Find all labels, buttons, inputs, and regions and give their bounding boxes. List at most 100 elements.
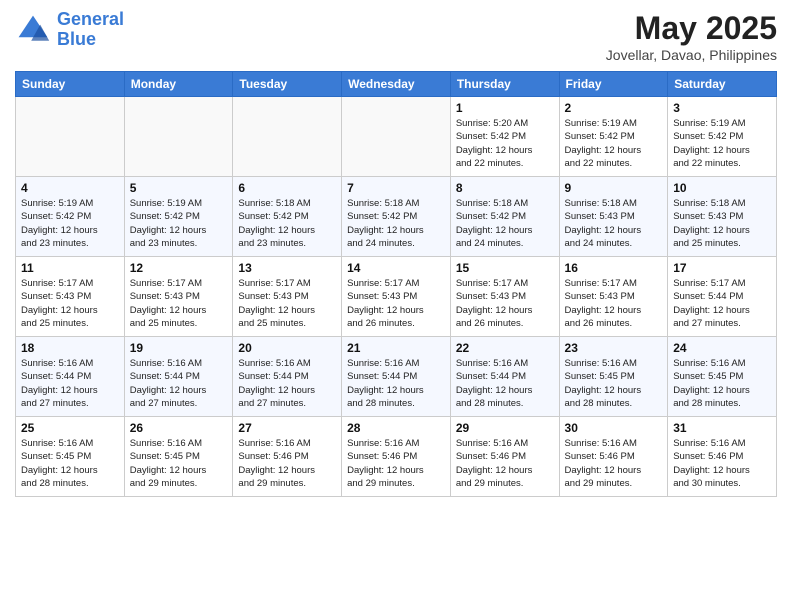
day-number: 20 xyxy=(238,341,336,355)
day-cell: 4 Sunrise: 5:19 AM Sunset: 5:42 PM Daylig… xyxy=(16,177,125,257)
day-number: 30 xyxy=(565,421,663,435)
day-cell: 22 Sunrise: 5:16 AM Sunset: 5:44 PM Dayli… xyxy=(450,337,559,417)
week-row-3: 11 Sunrise: 5:17 AM Sunset: 5:43 PM Dayli… xyxy=(16,257,777,337)
day-number: 5 xyxy=(130,181,228,195)
weekday-header-row: SundayMondayTuesdayWednesdayThursdayFrid… xyxy=(16,72,777,97)
day-number: 8 xyxy=(456,181,554,195)
day-cell: 18 Sunrise: 5:16 AM Sunset: 5:44 PM Dayli… xyxy=(16,337,125,417)
logo-text: General Blue xyxy=(57,10,124,50)
day-number: 29 xyxy=(456,421,554,435)
day-number: 4 xyxy=(21,181,119,195)
day-info: Sunrise: 5:16 AM Sunset: 5:46 PM Dayligh… xyxy=(673,437,771,490)
logo-icon xyxy=(15,12,51,48)
day-cell: 20 Sunrise: 5:16 AM Sunset: 5:44 PM Dayli… xyxy=(233,337,342,417)
day-number: 18 xyxy=(21,341,119,355)
day-number: 11 xyxy=(21,261,119,275)
day-number: 23 xyxy=(565,341,663,355)
day-info: Sunrise: 5:19 AM Sunset: 5:42 PM Dayligh… xyxy=(21,197,119,250)
day-number: 22 xyxy=(456,341,554,355)
day-info: Sunrise: 5:18 AM Sunset: 5:42 PM Dayligh… xyxy=(347,197,445,250)
day-number: 17 xyxy=(673,261,771,275)
day-info: Sunrise: 5:17 AM Sunset: 5:43 PM Dayligh… xyxy=(238,277,336,330)
day-cell: 13 Sunrise: 5:17 AM Sunset: 5:43 PM Dayli… xyxy=(233,257,342,337)
day-cell: 17 Sunrise: 5:17 AM Sunset: 5:44 PM Dayli… xyxy=(668,257,777,337)
day-number: 1 xyxy=(456,101,554,115)
weekday-header-saturday: Saturday xyxy=(668,72,777,97)
day-cell: 19 Sunrise: 5:16 AM Sunset: 5:44 PM Dayli… xyxy=(124,337,233,417)
day-cell: 23Sunrise: 5:16 AM Sunset: 5:45 PM Dayli… xyxy=(559,337,668,417)
day-info: Sunrise: 5:16 AM Sunset: 5:45 PM Dayligh… xyxy=(130,437,228,490)
day-cell xyxy=(124,97,233,177)
week-row-2: 4 Sunrise: 5:19 AM Sunset: 5:42 PM Daylig… xyxy=(16,177,777,257)
calendar-table: SundayMondayTuesdayWednesdayThursdayFrid… xyxy=(15,71,777,497)
day-cell: 28 Sunrise: 5:16 AM Sunset: 5:46 PM Dayli… xyxy=(342,417,451,497)
day-info: Sunrise: 5:16 AM Sunset: 5:44 PM Dayligh… xyxy=(456,357,554,410)
day-number: 24 xyxy=(673,341,771,355)
day-cell: 31 Sunrise: 5:16 AM Sunset: 5:46 PM Dayli… xyxy=(668,417,777,497)
weekday-header-tuesday: Tuesday xyxy=(233,72,342,97)
location-subtitle: Jovellar, Davao, Philippines xyxy=(606,47,777,63)
day-cell: 30Sunrise: 5:16 AM Sunset: 5:46 PM Dayli… xyxy=(559,417,668,497)
day-info: Sunrise: 5:17 AM Sunset: 5:43 PM Dayligh… xyxy=(21,277,119,330)
day-cell: 11 Sunrise: 5:17 AM Sunset: 5:43 PM Dayli… xyxy=(16,257,125,337)
weekday-header-friday: Friday xyxy=(559,72,668,97)
day-info: Sunrise: 5:19 AM Sunset: 5:42 PM Dayligh… xyxy=(130,197,228,250)
day-cell: 12 Sunrise: 5:17 AM Sunset: 5:43 PM Dayli… xyxy=(124,257,233,337)
week-row-1: 1 Sunrise: 5:20 AM Sunset: 5:42 PM Daylig… xyxy=(16,97,777,177)
day-info: Sunrise: 5:19 AM Sunset: 5:42 PM Dayligh… xyxy=(673,117,771,170)
day-cell: 16 Sunrise: 5:17 AM Sunset: 5:43 PM Dayli… xyxy=(559,257,668,337)
day-info: Sunrise: 5:16 AM Sunset: 5:44 PM Dayligh… xyxy=(130,357,228,410)
day-info: Sunrise: 5:19 AM Sunset: 5:42 PM Dayligh… xyxy=(565,117,663,170)
day-cell: 21Sunrise: 5:16 AM Sunset: 5:44 PM Dayli… xyxy=(342,337,451,417)
title-block: May 2025 Jovellar, Davao, Philippines xyxy=(606,10,777,63)
day-number: 28 xyxy=(347,421,445,435)
day-cell xyxy=(342,97,451,177)
day-cell: 27Sunrise: 5:16 AM Sunset: 5:46 PM Dayli… xyxy=(233,417,342,497)
day-cell: 15Sunrise: 5:17 AM Sunset: 5:43 PM Dayli… xyxy=(450,257,559,337)
weekday-header-sunday: Sunday xyxy=(16,72,125,97)
day-cell: 1 Sunrise: 5:20 AM Sunset: 5:42 PM Daylig… xyxy=(450,97,559,177)
day-info: Sunrise: 5:16 AM Sunset: 5:44 PM Dayligh… xyxy=(21,357,119,410)
day-info: Sunrise: 5:16 AM Sunset: 5:46 PM Dayligh… xyxy=(456,437,554,490)
day-info: Sunrise: 5:17 AM Sunset: 5:43 PM Dayligh… xyxy=(347,277,445,330)
day-number: 12 xyxy=(130,261,228,275)
day-info: Sunrise: 5:16 AM Sunset: 5:46 PM Dayligh… xyxy=(238,437,336,490)
day-info: Sunrise: 5:18 AM Sunset: 5:43 PM Dayligh… xyxy=(565,197,663,250)
day-info: Sunrise: 5:18 AM Sunset: 5:42 PM Dayligh… xyxy=(238,197,336,250)
day-cell: 14 Sunrise: 5:17 AM Sunset: 5:43 PM Dayli… xyxy=(342,257,451,337)
day-number: 10 xyxy=(673,181,771,195)
day-cell xyxy=(233,97,342,177)
day-cell: 9 Sunrise: 5:18 AM Sunset: 5:43 PM Daylig… xyxy=(559,177,668,257)
day-number: 7 xyxy=(347,181,445,195)
day-info: Sunrise: 5:17 AM Sunset: 5:43 PM Dayligh… xyxy=(565,277,663,330)
day-cell: 6Sunrise: 5:18 AM Sunset: 5:42 PM Daylig… xyxy=(233,177,342,257)
day-info: Sunrise: 5:17 AM Sunset: 5:44 PM Dayligh… xyxy=(673,277,771,330)
day-number: 13 xyxy=(238,261,336,275)
day-cell: 3 Sunrise: 5:19 AM Sunset: 5:42 PM Daylig… xyxy=(668,97,777,177)
day-info: Sunrise: 5:17 AM Sunset: 5:43 PM Dayligh… xyxy=(130,277,228,330)
day-info: Sunrise: 5:18 AM Sunset: 5:43 PM Dayligh… xyxy=(673,197,771,250)
day-cell: 10 Sunrise: 5:18 AM Sunset: 5:43 PM Dayli… xyxy=(668,177,777,257)
day-number: 21 xyxy=(347,341,445,355)
day-number: 25 xyxy=(21,421,119,435)
page: General Blue May 2025 Jovellar, Davao, P… xyxy=(0,0,792,612)
day-info: Sunrise: 5:16 AM Sunset: 5:44 PM Dayligh… xyxy=(238,357,336,410)
day-number: 26 xyxy=(130,421,228,435)
week-row-5: 25 Sunrise: 5:16 AM Sunset: 5:45 PM Dayli… xyxy=(16,417,777,497)
day-info: Sunrise: 5:17 AM Sunset: 5:43 PM Dayligh… xyxy=(456,277,554,330)
day-info: Sunrise: 5:18 AM Sunset: 5:42 PM Dayligh… xyxy=(456,197,554,250)
day-number: 9 xyxy=(565,181,663,195)
day-info: Sunrise: 5:16 AM Sunset: 5:46 PM Dayligh… xyxy=(347,437,445,490)
day-info: Sunrise: 5:16 AM Sunset: 5:45 PM Dayligh… xyxy=(21,437,119,490)
day-number: 3 xyxy=(673,101,771,115)
day-number: 31 xyxy=(673,421,771,435)
day-number: 16 xyxy=(565,261,663,275)
day-cell: 24Sunrise: 5:16 AM Sunset: 5:45 PM Dayli… xyxy=(668,337,777,417)
weekday-header-monday: Monday xyxy=(124,72,233,97)
weekday-header-wednesday: Wednesday xyxy=(342,72,451,97)
month-title: May 2025 xyxy=(606,10,777,47)
day-cell: 8 Sunrise: 5:18 AM Sunset: 5:42 PM Daylig… xyxy=(450,177,559,257)
day-number: 19 xyxy=(130,341,228,355)
day-number: 14 xyxy=(347,261,445,275)
day-info: Sunrise: 5:20 AM Sunset: 5:42 PM Dayligh… xyxy=(456,117,554,170)
